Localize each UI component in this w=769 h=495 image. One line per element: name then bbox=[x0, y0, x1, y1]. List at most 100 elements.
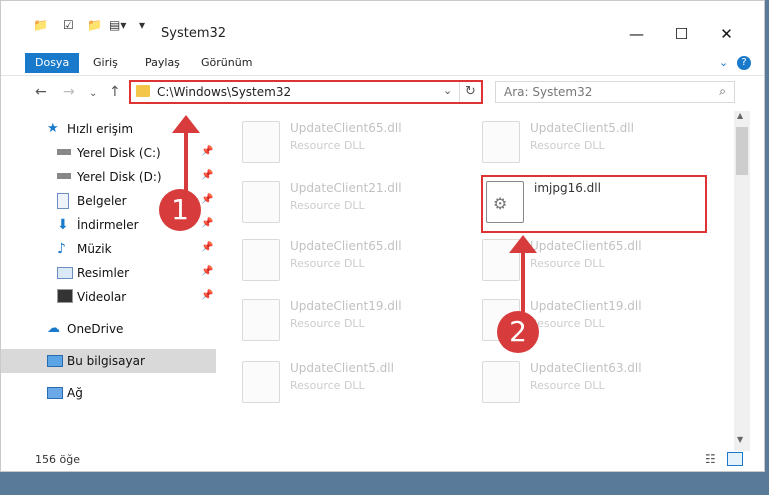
file-item[interactable]: UpdateClient5.dll Resource DLL bbox=[242, 357, 462, 407]
music-icon: ♪ bbox=[57, 241, 66, 257]
documents-icon bbox=[57, 193, 69, 209]
sidebar-item-videos[interactable]: Videolar 📌 bbox=[1, 285, 216, 309]
file-item[interactable]: UpdateClient65.dll Resource DLL bbox=[242, 235, 462, 285]
file-type: Resource DLL bbox=[530, 139, 605, 152]
back-icon[interactable]: ← bbox=[35, 84, 47, 100]
network-icon bbox=[47, 387, 63, 399]
sidebar-item-label: Yerel Disk (C:) bbox=[77, 146, 161, 160]
status-bar: 156 öğe ☷ bbox=[1, 448, 764, 472]
tab-file[interactable]: Dosya bbox=[25, 53, 80, 73]
sidebar-item-pictures[interactable]: Resimler 📌 bbox=[1, 261, 216, 285]
file-type: Resource DLL bbox=[290, 379, 365, 392]
sidebar-item-label: Hızlı erişim bbox=[67, 122, 134, 136]
arrow-shaft bbox=[521, 252, 525, 312]
view-icon[interactable]: ▤▾ bbox=[109, 18, 126, 36]
file-item[interactable]: UpdateClient65.dll Resource DLL bbox=[242, 117, 462, 167]
file-type: Resource DLL bbox=[290, 257, 365, 270]
arrow-up-icon bbox=[509, 235, 537, 253]
file-type: Resource DLL bbox=[530, 317, 605, 330]
title-bar: 📁 ☑ 📁 ▤▾ ▾ System32 — ☐ ✕ bbox=[1, 1, 764, 47]
pin-icon[interactable]: 📌 bbox=[201, 170, 213, 181]
forward-icon[interactable]: → bbox=[63, 84, 75, 100]
pin-icon[interactable]: 📌 bbox=[201, 218, 213, 229]
tab-view[interactable]: Görünüm bbox=[201, 53, 252, 73]
pin-icon[interactable]: 📌 bbox=[201, 146, 213, 157]
sidebar-item-onedrive[interactable]: ☁ OneDrive bbox=[1, 317, 216, 341]
file-type: Resource DLL bbox=[530, 257, 605, 270]
file-type: Resource DLL bbox=[530, 379, 605, 392]
sidebar-item-label: Bu bilgisayar bbox=[67, 354, 145, 368]
sidebar-item-label: Videolar bbox=[77, 290, 127, 304]
close-button[interactable]: ✕ bbox=[704, 21, 749, 47]
folder-icon: 📁 bbox=[33, 18, 48, 32]
pictures-icon bbox=[57, 267, 73, 279]
tab-share[interactable]: Paylaş bbox=[145, 53, 180, 73]
file-name: UpdateClient5.dll bbox=[530, 121, 634, 135]
dll-file-icon bbox=[242, 239, 280, 281]
highlight-box bbox=[481, 175, 707, 233]
scroll-down-icon[interactable]: ▼ bbox=[737, 435, 743, 444]
search-icon[interactable]: ⌕ bbox=[719, 84, 726, 99]
search-input[interactable]: Ara: System32 ⌕ bbox=[495, 81, 735, 103]
sidebar-item-this-pc[interactable]: Bu bilgisayar bbox=[1, 349, 216, 373]
address-bar[interactable]: C:\Windows\System32 ⌄ ↻ bbox=[129, 80, 483, 104]
dll-file-icon bbox=[482, 121, 520, 163]
chevron-down-icon[interactable]: ⌄ bbox=[443, 84, 452, 97]
minimize-button[interactable]: — bbox=[614, 21, 659, 47]
sidebar-item-music[interactable]: ♪ Müzik 📌 bbox=[1, 237, 216, 261]
dll-file-icon bbox=[482, 361, 520, 403]
help-icon[interactable]: ? bbox=[737, 56, 751, 70]
cloud-icon: ☁ bbox=[47, 321, 60, 336]
download-icon: ⬇ bbox=[57, 217, 69, 233]
sidebar-item-label: Yerel Disk (D:) bbox=[77, 170, 162, 184]
videos-icon bbox=[57, 289, 73, 303]
up-icon[interactable]: ↑ bbox=[109, 84, 121, 100]
pin-icon[interactable]: 📌 bbox=[201, 194, 213, 205]
file-name: UpdateClient63.dll bbox=[530, 361, 642, 375]
file-item[interactable]: UpdateClient19.dll Resource DLL bbox=[242, 295, 462, 345]
item-count: 156 öğe bbox=[35, 453, 80, 466]
file-name: UpdateClient21.dll bbox=[290, 181, 402, 195]
file-name: UpdateClient5.dll bbox=[290, 361, 394, 375]
details-view-icon[interactable]: ☷ bbox=[705, 452, 716, 466]
pin-icon[interactable]: 📌 bbox=[201, 266, 213, 277]
star-icon: ★ bbox=[47, 121, 59, 136]
vertical-scrollbar[interactable]: ▲ ▼ bbox=[734, 111, 750, 451]
dll-file-icon bbox=[242, 361, 280, 403]
drive-icon bbox=[57, 173, 71, 179]
dll-file-icon bbox=[242, 299, 280, 341]
scroll-up-icon[interactable]: ▲ bbox=[737, 111, 743, 120]
sidebar-item-label: İndirmeler bbox=[77, 218, 139, 232]
sidebar-item-label: OneDrive bbox=[67, 322, 124, 336]
scroll-thumb[interactable] bbox=[736, 127, 748, 175]
callout-badge-1: 1 bbox=[159, 189, 201, 231]
ribbon-expand-icon[interactable]: ⌄ bbox=[719, 53, 728, 73]
file-type: Resource DLL bbox=[290, 317, 365, 330]
pin-icon[interactable]: 📌 bbox=[201, 242, 213, 253]
new-folder-icon[interactable]: 📁 bbox=[87, 18, 102, 36]
dll-file-icon bbox=[242, 121, 280, 163]
tab-home[interactable]: Giriş bbox=[93, 53, 118, 73]
window-title: System32 bbox=[161, 26, 227, 41]
sidebar-item-network[interactable]: Ağ bbox=[1, 381, 216, 405]
ribbon-tabs: Dosya Giriş Paylaş Görünüm ⌄ ? bbox=[1, 51, 764, 75]
pin-icon[interactable]: 📌 bbox=[201, 290, 213, 301]
computer-icon bbox=[47, 355, 63, 367]
recent-locations-icon[interactable]: ⌄ bbox=[89, 88, 97, 99]
explorer-window: 📁 ☑ 📁 ▤▾ ▾ System32 — ☐ ✕ Dosya Giriş Pa… bbox=[0, 0, 765, 472]
file-item[interactable]: UpdateClient63.dll Resource DLL bbox=[482, 357, 702, 407]
file-item[interactable]: UpdateClient21.dll Resource DLL bbox=[242, 177, 462, 227]
file-type: Resource DLL bbox=[290, 139, 365, 152]
sidebar-item-label: Resimler bbox=[77, 266, 130, 280]
refresh-icon[interactable]: ↻ bbox=[465, 84, 476, 99]
maximize-button[interactable]: ☐ bbox=[659, 21, 704, 47]
sidebar-item-label: Belgeler bbox=[77, 194, 127, 208]
divider bbox=[459, 82, 460, 102]
file-name: UpdateClient65.dll bbox=[290, 121, 402, 135]
file-item[interactable]: UpdateClient5.dll Resource DLL bbox=[482, 117, 702, 167]
properties-icon[interactable]: ☑ bbox=[63, 18, 74, 36]
chevron-down-icon[interactable]: ▾ bbox=[139, 18, 145, 36]
callout-badge-2: 2 bbox=[497, 311, 539, 353]
large-icons-view-icon[interactable] bbox=[727, 452, 743, 466]
file-name: UpdateClient65.dll bbox=[290, 239, 402, 253]
